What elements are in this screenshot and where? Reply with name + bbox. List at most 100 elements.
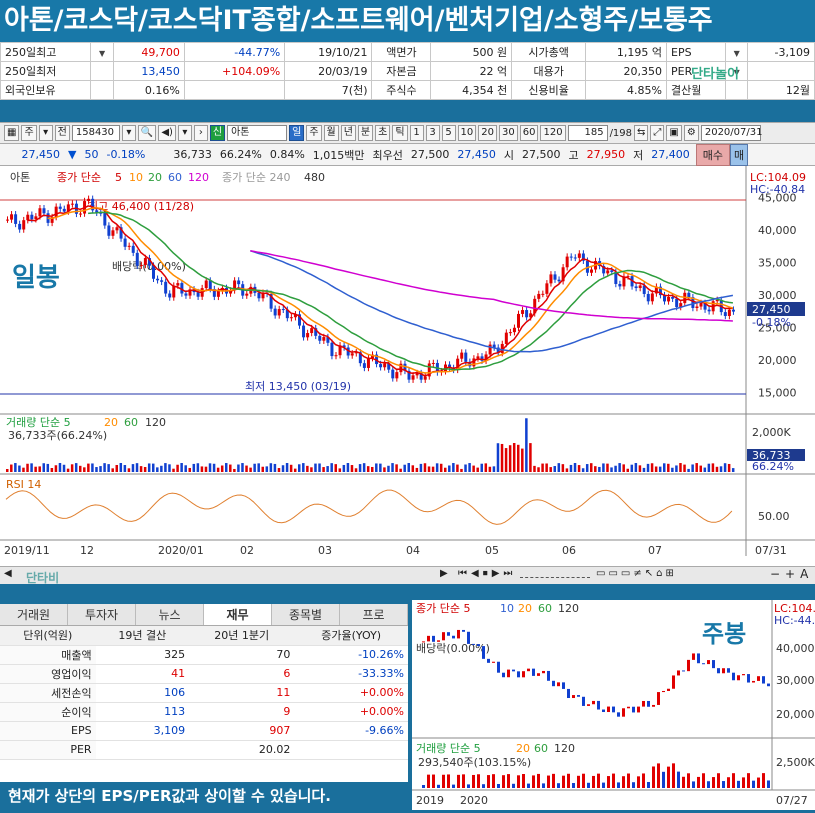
interval-1[interactable]: 1: [409, 125, 424, 141]
playback-controls-icon[interactable]: ⏮◀⏹▶⏭: [458, 568, 516, 579]
tab-financials[interactable]: 재무: [204, 604, 272, 625]
weekly-volume-bar: [587, 782, 590, 788]
weekly-candle: [522, 671, 525, 678]
table-row: EPS 3,109 907 -9.66%: [0, 721, 408, 741]
tab-investors[interactable]: 투자자: [68, 604, 136, 625]
dropdown-icon[interactable]: ▼: [90, 42, 114, 62]
scroll-left-icon[interactable]: ◀: [4, 568, 12, 579]
period-second[interactable]: 초: [375, 125, 391, 141]
high-annotation: 최고 46,400 (11/28): [88, 200, 194, 213]
weekly-candle: [682, 670, 685, 672]
volume-bar: [342, 464, 346, 472]
interval-60[interactable]: 60: [519, 125, 539, 141]
period-tick[interactable]: 틱: [392, 125, 408, 141]
weekly-volume-bar: [562, 775, 565, 788]
candle: [565, 256, 569, 268]
volume-bar: [204, 466, 208, 472]
tab-program[interactable]: 프로: [340, 604, 408, 625]
page-input[interactable]: 185: [567, 125, 608, 141]
weekly-candle: [667, 688, 670, 691]
arrow-icon[interactable]: ›: [193, 125, 208, 141]
tab-news[interactable]: 뉴스: [136, 604, 204, 625]
x-axis-label: 07: [648, 544, 662, 557]
drawing-tools-icon[interactable]: ▭▭▭≠↖⌂⊞: [596, 568, 677, 579]
chart-scrollbar[interactable]: ◀ 단타비 ▶ ⏮◀⏹▶⏭ ▭▭▭≠↖⌂⊞ −+A: [0, 566, 815, 585]
weekly-candle: [422, 641, 425, 643]
date-input[interactable]: 2020/07/31: [700, 125, 762, 141]
candle: [164, 281, 168, 294]
chart-tool-icon[interactable]: ⤢: [650, 125, 665, 141]
weekly-volume-bar: [487, 775, 490, 788]
high: 27,950: [586, 148, 626, 161]
face-value: 500 원: [430, 42, 513, 62]
sound-icon[interactable]: ◀): [158, 125, 176, 141]
period-week[interactable]: 주: [306, 125, 322, 141]
prev-select[interactable]: 전: [54, 125, 70, 141]
zoom-icon[interactable]: −+A: [770, 567, 813, 581]
type-select[interactable]: 주: [21, 125, 37, 141]
candle: [383, 363, 387, 368]
table-row: 매출액 325 70 -10.26%: [0, 645, 408, 665]
scroll-right-icon[interactable]: ▶: [440, 568, 448, 579]
tab-by-stock[interactable]: 종목별: [272, 604, 340, 625]
tab-brokers[interactable]: 거래원: [0, 604, 68, 625]
cell: [294, 740, 408, 760]
buy-button[interactable]: 매수: [695, 143, 731, 166]
stock-code-input[interactable]: 158430: [71, 125, 120, 141]
legend-ma10: 10: [129, 171, 143, 184]
interval-3[interactable]: 3: [425, 125, 440, 141]
stock-name-field[interactable]: 아톤: [227, 125, 288, 141]
volume-bar: [257, 463, 260, 472]
chevron-down-icon[interactable]: ▾: [38, 125, 53, 141]
grid-icon[interactable]: ▦: [4, 125, 20, 141]
weekly-legend: 종가 단순 5: [416, 602, 470, 615]
volume-bar: [208, 463, 212, 472]
weekly-candle: [527, 668, 530, 672]
period-year[interactable]: 년: [340, 125, 356, 141]
weekly-candle: [697, 653, 700, 664]
period-day[interactable]: 일: [289, 125, 305, 141]
info-label: 자본금: [371, 61, 432, 81]
weekly-candle: [572, 695, 575, 699]
candle: [111, 230, 115, 236]
rsi-tick: 50.00: [758, 510, 790, 523]
volume-bar: [184, 465, 187, 472]
period-month[interactable]: 월: [323, 125, 339, 141]
volume-bar: [123, 465, 127, 472]
gear-icon[interactable]: ⚙: [683, 125, 699, 141]
weekly-vol-ma120: 120: [554, 742, 575, 755]
save-icon[interactable]: ▣: [666, 125, 682, 141]
sell-button[interactable]: 매: [730, 143, 749, 166]
volume-bar: [484, 463, 488, 472]
interval-5[interactable]: 5: [441, 125, 456, 141]
chevron-down-icon[interactable]: ▾: [121, 125, 136, 141]
tool-icon[interactable]: ⇆: [634, 125, 649, 141]
candle: [216, 290, 220, 297]
volume-bar: [468, 463, 471, 472]
volume-bar: [127, 468, 131, 472]
volume-bar: [598, 466, 601, 472]
info-label: 250일최저: [0, 61, 92, 81]
dropdown-icon[interactable]: ▼: [724, 42, 749, 62]
interval-10[interactable]: 10: [457, 125, 477, 141]
zoom-slider[interactable]: [520, 568, 590, 578]
chevron-down-icon[interactable]: ▾: [177, 125, 192, 141]
weekly-volume-bar: [617, 782, 620, 788]
volume-bar: [135, 463, 139, 472]
candle: [618, 283, 622, 287]
period-minute[interactable]: 분: [357, 125, 374, 141]
weekly-candle: [457, 629, 460, 639]
interval-30[interactable]: 30: [499, 125, 518, 141]
interval-120[interactable]: 120: [540, 125, 566, 141]
label-low: 저: [633, 148, 644, 162]
weekly-volume-bar: [637, 776, 640, 788]
cell: 907: [189, 721, 295, 741]
legend-ma5: 5: [115, 171, 122, 184]
weekly-volume-bar: [527, 783, 530, 788]
search-icon[interactable]: 🔍: [137, 125, 157, 141]
volume-bar: [411, 465, 415, 472]
volume-bar: [66, 468, 70, 472]
volume-bar: [569, 464, 573, 472]
interval-20[interactable]: 20: [478, 125, 497, 141]
candle: [553, 274, 557, 280]
